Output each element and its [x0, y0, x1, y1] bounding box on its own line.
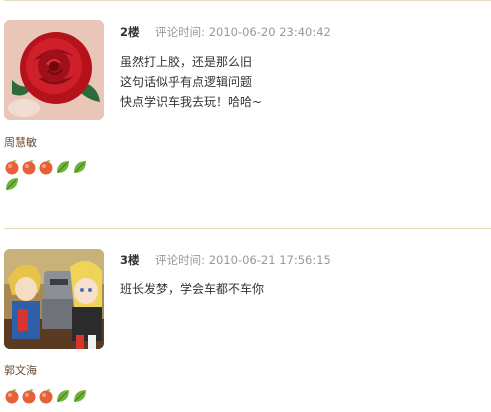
comment-time: 2010-06-21 17:56:15: [208, 253, 331, 267]
user-badges: [4, 388, 104, 404]
comment-meta: 3楼 评论时间: 2010-06-21 17:56:15: [120, 252, 331, 268]
leaf-icon: [72, 388, 88, 404]
time-label: 评论时间:: [155, 25, 206, 39]
divider-top: [4, 0, 491, 1]
comment-line: 快点学识车我去玩！哈哈~: [120, 95, 263, 109]
leaf-icon: [55, 388, 71, 404]
peach-icon: [4, 388, 20, 404]
comment-meta: 2楼 评论时间: 2010-06-20 23:40:42: [120, 24, 331, 40]
time-label: 评论时间:: [155, 253, 206, 267]
leaf-icon: [4, 176, 20, 192]
user-badges: [4, 159, 104, 192]
username[interactable]: 郭文海: [4, 362, 37, 378]
peach-icon: [4, 159, 20, 175]
avatar-anime[interactable]: [4, 249, 104, 349]
floor-number: 2楼: [120, 25, 140, 39]
comment-line: 这句话似乎有点逻辑问题: [120, 75, 253, 89]
leaf-icon: [72, 159, 88, 175]
peach-icon: [21, 159, 37, 175]
leaf-icon: [55, 159, 71, 175]
comment-time: 2010-06-20 23:40:42: [208, 25, 331, 39]
peach-icon: [38, 159, 54, 175]
comment-body: 班长发梦，学会车都不车你: [120, 279, 264, 299]
rose-icon: [4, 20, 104, 120]
peach-icon: [21, 388, 37, 404]
peach-icon: [38, 388, 54, 404]
divider-middle: [4, 228, 491, 229]
comment-line: 班长发梦，学会车都不车你: [120, 282, 265, 296]
floor-number: 3楼: [120, 253, 140, 267]
anime-characters-icon: [4, 249, 104, 349]
avatar-rose[interactable]: [4, 20, 104, 120]
username[interactable]: 周慧敏: [4, 134, 37, 150]
comment-line: 虽然打上胶，还是那么旧: [120, 55, 253, 69]
comment-body: 虽然打上胶，还是那么旧 这句话似乎有点逻辑问题 快点学识车我去玩！哈哈~: [120, 52, 262, 112]
